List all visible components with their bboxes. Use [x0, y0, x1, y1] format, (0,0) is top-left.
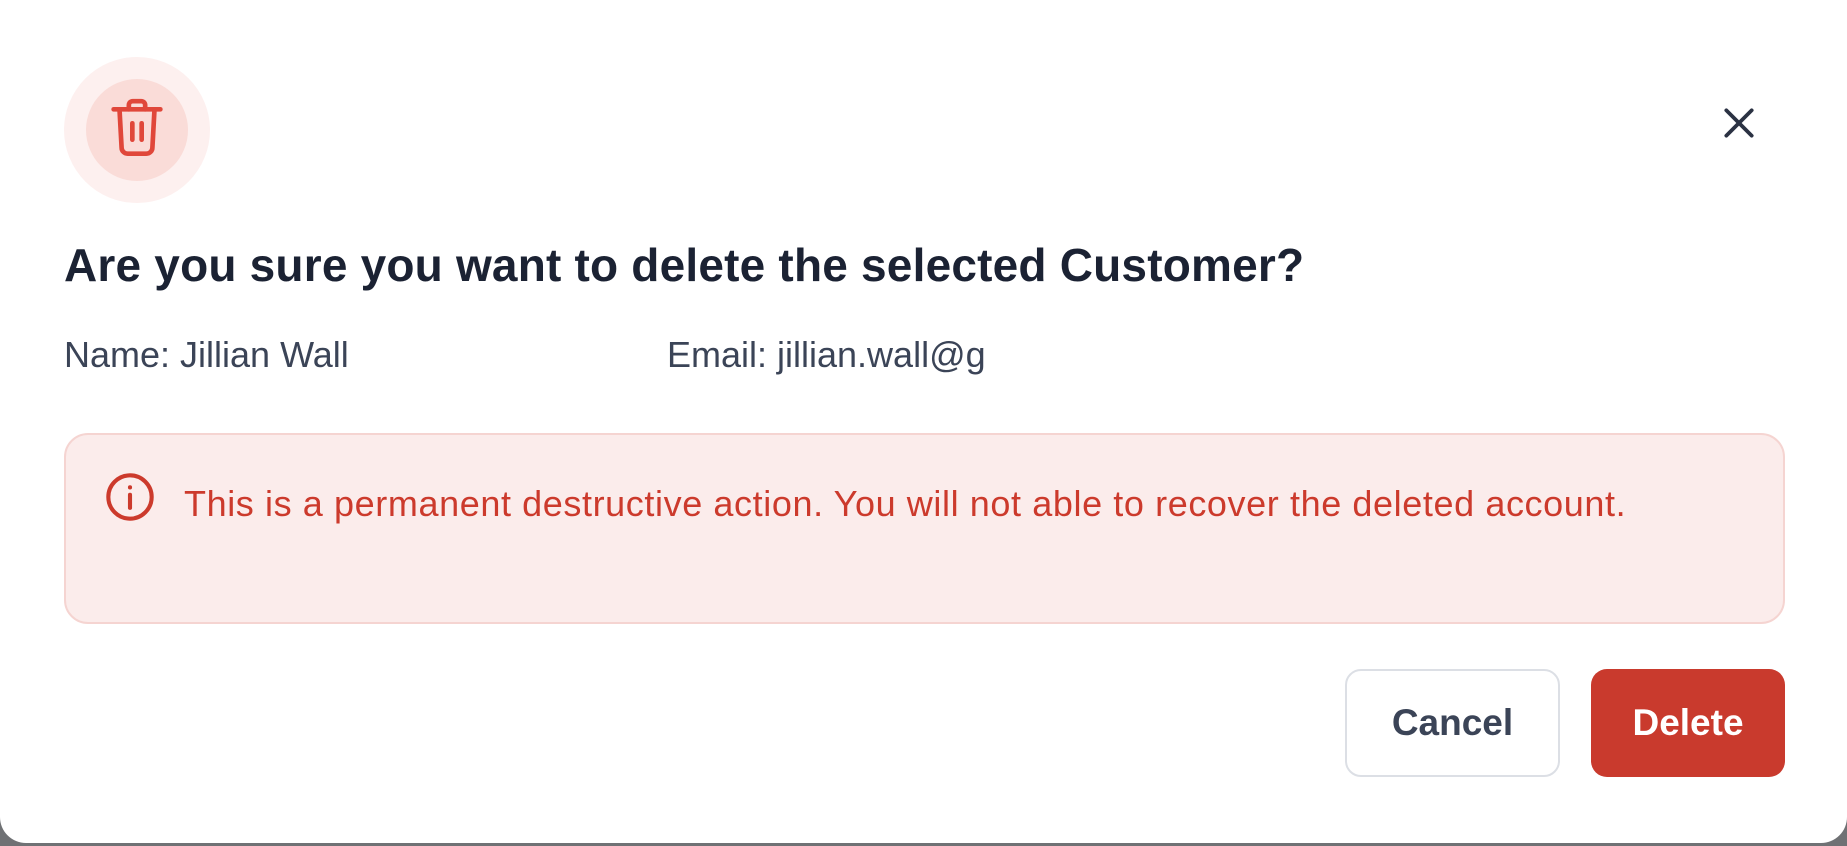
customer-email: Email: jillian.wall@g [667, 334, 986, 375]
warning-text: This is a permanent destructive action. … [184, 483, 1627, 524]
trash-icon-badge-inner [86, 79, 188, 181]
delete-button[interactable]: Delete [1591, 669, 1785, 777]
info-circle-icon [104, 471, 156, 523]
close-button[interactable] [1712, 98, 1766, 152]
customer-name: Name: Jillian Wall [64, 334, 349, 375]
dialog-title: Are you sure you want to delete the sele… [64, 239, 1305, 291]
cancel-button[interactable]: Cancel [1345, 669, 1560, 777]
close-icon [1720, 104, 1758, 147]
trash-icon [109, 97, 165, 164]
trash-icon-badge [64, 57, 210, 203]
delete-customer-dialog: Are you sure you want to delete the sele… [0, 0, 1847, 843]
warning-alert: This is a permanent destructive action. … [64, 433, 1785, 624]
